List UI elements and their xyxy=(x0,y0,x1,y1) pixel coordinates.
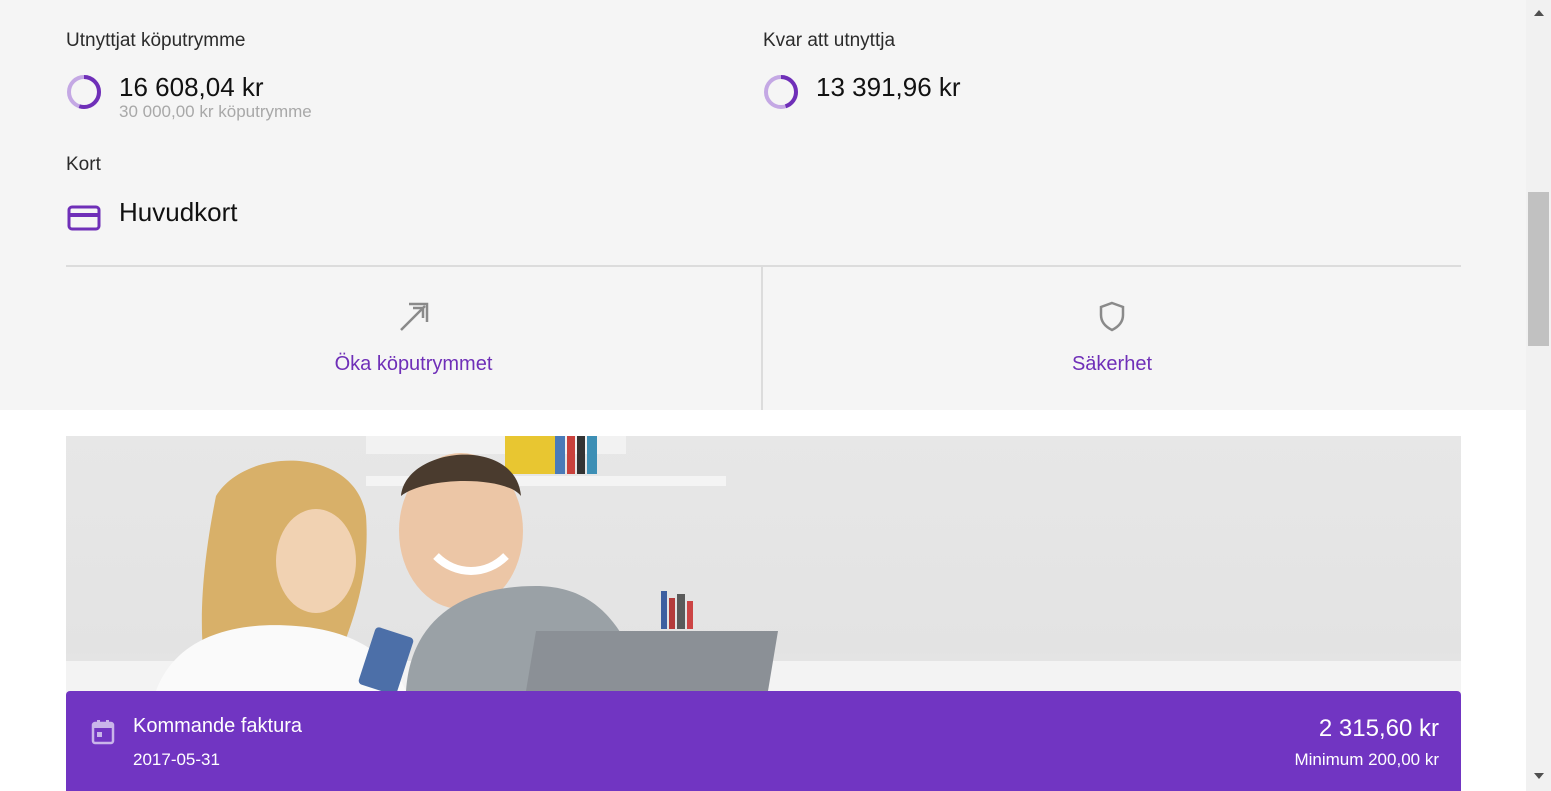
scrollbar-thumb[interactable] xyxy=(1528,192,1549,346)
invoice-due-date: 2017-05-31 xyxy=(133,750,220,769)
increase-credit-label: Öka köputrymmet xyxy=(334,353,493,375)
increase-credit-button[interactable]: Öka köputrymmet xyxy=(66,267,761,410)
invoice-title: Kommande faktura xyxy=(133,715,302,737)
card-label: Kort xyxy=(66,154,101,175)
vertical-scrollbar[interactable] xyxy=(1526,0,1551,791)
credit-limit-text: 30 000,00 kr köputrymme xyxy=(119,102,312,121)
shield-icon xyxy=(1099,301,1125,332)
remaining-amount: 13 391,96 kr xyxy=(816,72,961,102)
remaining-progress-ring-icon xyxy=(764,75,798,109)
used-progress-ring-icon xyxy=(67,75,101,109)
remaining-credit-label: Kvar att utnyttja xyxy=(763,30,896,51)
scroll-up-arrow-icon[interactable] xyxy=(1534,10,1544,16)
security-label: Säkerhet xyxy=(1071,353,1153,375)
used-amount: 16 608,04 kr xyxy=(119,72,264,102)
invoice-amount: 2 315,60 kr xyxy=(1318,715,1439,742)
credit-card-icon xyxy=(67,205,101,231)
invoice-minimum: Minimum 200,00 kr xyxy=(1294,750,1439,769)
scroll-down-arrow-icon[interactable] xyxy=(1534,773,1544,779)
security-button[interactable]: Säkerhet xyxy=(763,267,1461,410)
card-name: Huvudkort xyxy=(119,197,238,227)
arrow-up-right-icon xyxy=(399,302,428,331)
calendar-icon xyxy=(91,720,115,745)
used-credit-label: Utnyttjat köputrymme xyxy=(66,30,246,51)
upcoming-invoice-card[interactable]: Kommande faktura 2017-05-31 2 315,60 kr … xyxy=(66,691,1461,791)
